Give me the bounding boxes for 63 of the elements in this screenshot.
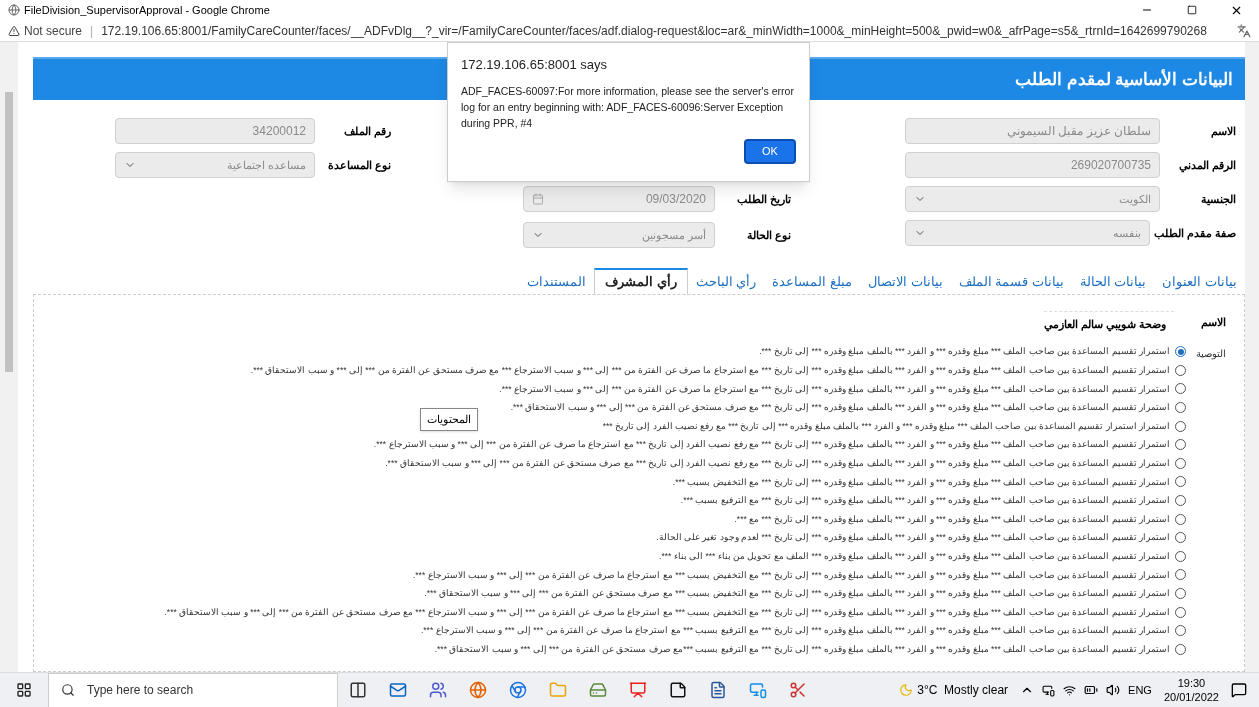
option-text: استمرار تقسيم المساعدة بين صاحب الملف *** مبلغ وقدره *** و الفرد *** بالملف مبلغ وقدره *** إلى تاريخ *** مع استرجاع ما صرف عن الفترة من *** إلى *** و سبب الاسترجاع ***. — [499, 382, 1170, 396]
wifi-icon[interactable] — [1063, 683, 1077, 697]
field-label: الجنسية — [1200, 191, 1237, 208]
separator: | — [90, 22, 94, 40]
clock-date[interactable]: 20/01/2022 — [1163, 690, 1219, 704]
option-text: استمرار تقسيم المساعدة بين صاحب الملف *** مبلغ وقدره *** و الفرد *** بالملف مبلغ وقدره *** الملف مع تحويل من بناء *** الى بناء ***. — [659, 549, 1170, 563]
option-text: استمرار تقسيم المساعدة بين صاحب الملف *** مبلغ وقدره *** و الفرد *** بالملف مبلغ وقدره *** إلى تاريخ *** مع ***. — [734, 512, 1170, 526]
option-text: استمرار تقسيم المساعدة بين صاحب الملف *** مبلغ وقدره *** و الفرد *** بالملف مبلغ وقدره *** إلى تاريخ *** مع الترفيع بسبب *** مع استرجاع ما صرف عن الفترة من *** إلى *** و سبب الاسترجاع ***. — [420, 624, 1170, 638]
option-text: استمرار تقسيم المساعدة بين صاحب الملف *** مبلغ وقدره *** و الفرد *** بالملف مبلغ وقدره *** إلى تاريخ *** لعدم وجود تغير على الحالة. — [656, 531, 1170, 545]
scrollbar[interactable] — [1245, 42, 1259, 672]
option-text: استمرار تقسيم المساعدة بين صاحب الملف *** مبلغ وقدره *** و الفرد *** بالملف مبلغ وقدره *** إلى تاريخ *** مع الترفيع بسبب ***. — [680, 494, 1170, 507]
option-text: استمرار تقسيم المساعدة بين صاحب الملف *** مبلغ وقدره *** و الفرد *** بالملف مبلغ وقدره *** إلى تاريخ *** مع التخفيض بسبب *** مع استرجاع ما صرف عن الفترة من *** إلى *** و سبب الاسترجاع *** مع صرف مستحق عن الفترة من *** إلى *** و سبب الاستحقاق ***. — [164, 605, 1170, 619]
tab[interactable]: بيانات الحالة — [1071, 269, 1155, 294]
site-icon — [8, 4, 20, 16]
option-text: استمرار تقسيم المساعدة بين صاحب الملف *** مبلغ وقدره *** و الفرد *** بالملف مبلغ وقدره *** إلى تاريخ *** مع التخفيض بسبب ***. — [672, 475, 1170, 489]
battery-icon[interactable] — [1084, 683, 1099, 697]
volume-icon[interactable] — [1106, 683, 1121, 697]
language-indicator[interactable]: ENG — [1128, 681, 1152, 699]
moon-icon — [899, 683, 914, 697]
notification-icon[interactable] — [1231, 682, 1247, 698]
field-label: صفة مقدم الطلب — [1152, 225, 1237, 242]
option-text: استمرار تقسيم المساعدة بين صاحب الملف *** مبلغ وقدره *** و الفرد *** بالملف مبلغ وقدره *** إلى تاريخ *** مع رفع نصيب الفرد إلى تاريخ *** مع استرجاع ما صرف عن الفترة من *** إلى *** و سبب الاسترجاع ***. — [373, 438, 1170, 452]
field-label: رقم الملف — [342, 123, 392, 140]
option-text: استمرار تقسيم المساعدة بين صاحب الملف *** مبلغ وقدره *** و الفرد *** بالملف مبلغ وقدره *** إلى تاريخ *** مع التخفيض بسبب *** مع صرف مستحق عن الفترة من *** إلى *** و سبب الاستحقاق ***. — [424, 587, 1170, 600]
warning-icon — [8, 24, 20, 37]
windows-logo-icon — [16, 682, 32, 698]
tab[interactable]: بيانات الاتصال — [859, 269, 951, 294]
field-label: تاريخ الطلب — [735, 191, 792, 208]
tab[interactable]: بيانات قسمة الملف — [950, 269, 1072, 294]
option-text: استمرار تقسيم المساعدة بين صاحب الملف *** مبلغ وقدره *** و الفرد *** بالملف مبلغ وقدره *** إلى تاريخ *** مع استرجاع ما صرف عن الفترة من *** إلى *** و سبب الاسترجاع *** مع صرف مستحق عن الفترة من *** إلى *** و سبب الاستحقاق ***. — [250, 364, 1170, 377]
maximize-icon — [1186, 5, 1197, 15]
option-text: استمرار تقسيم المساعدة بين صاحب الملف *** مبلغ وقدره *** و الفرد *** بالملف مبلغ وقدره *** إلى تاريخ *** مع التخفيض بسبب *** مع استرجاع ما صرف عن الفترة من *** إلى *** و سبب الاسترجاع ***. — [412, 568, 1170, 582]
field-label: نوع الحالة — [745, 227, 792, 244]
field-label: الرقم المدني — [1177, 157, 1237, 174]
ok-button[interactable]: OK — [744, 138, 796, 164]
tooltip: المحتويات — [420, 408, 478, 431]
calendar-icon — [532, 193, 544, 205]
security-label[interactable]: Not secure — [24, 21, 83, 40]
tab[interactable]: رأي المشرف — [594, 268, 688, 295]
option-text: استمرار تقسيم المساعدة بين صاحب الملف *** مبلغ وقدره *** و الفرد *** بالملف مبلغ وقدره *** إلى تاريخ *** مع صرف مستحق عن الفترة من *** إلى *** و سبب الاستحقاق ***. — [510, 401, 1170, 414]
option-text: استمرار استمرار تقسيم المساعدة بين صاحب الملف *** مبلغ وقدره *** و الفرد *** بالملف مبلغ وقدره *** إلى تاريخ *** مع رفع نصيب الفرد إلى تاريخ *** — [602, 419, 1170, 433]
window-title: FileDivision_SupervisorApproval - Google Chrome — [24, 2, 270, 18]
option-text: استمرار تقسيم المساعدة بين صاحب الملف *** مبلغ وقدره *** و الفرد *** بالملف مبلغ وقدره *** إلى تاريخ *** مع رفع نصيب الفرد إلى تاريخ *** مع صرف مستحق عن الفترة من *** إلى *** و سبب الاستحقاق ***. — [385, 457, 1170, 470]
dialog-title: 172.19.106.65:8001 says — [461, 56, 608, 74]
tab[interactable]: رأي الباحث — [687, 269, 765, 294]
search-icon — [61, 683, 75, 697]
field-label: الاسم — [1210, 123, 1237, 140]
tab[interactable]: بيانات العنوان — [1154, 269, 1245, 294]
option-text: استمرار تقسيم المساعدة بين صاحب الملف *** مبلغ وقدره *** و الفرد *** بالملف مبلغ وقدره *** إلى تاريخ *** مع الترفيع بسبب ***مع صرف مستحق عن الفترة من *** إلى *** و سبب الاستحقاق ***. — [434, 642, 1170, 656]
translate-icon[interactable] — [1237, 23, 1251, 38]
url-text[interactable]: 172.19.106.65:8001/FamilyCareCounter/faces/__ADFvDlg__?_vir=/FamilyCareCounter/faces/adf.dialog-request&loc=ar&_minWidth=1000&_minHeight=500&_pwid=w0&_afrPage=s5&_rtrnId=1642699790268 — [101, 21, 1207, 40]
field-label: نوع المساعدة — [326, 157, 392, 174]
tab[interactable]: مبلغ المساعدة — [764, 269, 860, 294]
option-text: استمرار تقسيم المساعدة بين صاحب الملف *** مبلغ وقدره *** و الفرد *** بالملف مبلغ وقدره *** إلى تاريخ ***. — [759, 345, 1170, 359]
field-label: التوصية — [1195, 346, 1226, 362]
field-label: الاسم — [1200, 314, 1226, 330]
clock-time[interactable]: 19:30 — [1177, 676, 1206, 690]
supervisor-name: وضحة شويبي سالم العازمي — [1043, 311, 1174, 333]
scrollbar[interactable] — [0, 42, 18, 672]
weather-text[interactable]: 3°C Mostly clear — [917, 681, 1009, 699]
tab[interactable]: المستندات — [519, 269, 594, 294]
device-icon[interactable] — [1042, 683, 1056, 697]
search-field[interactable]: Type here to search — [48, 672, 338, 707]
